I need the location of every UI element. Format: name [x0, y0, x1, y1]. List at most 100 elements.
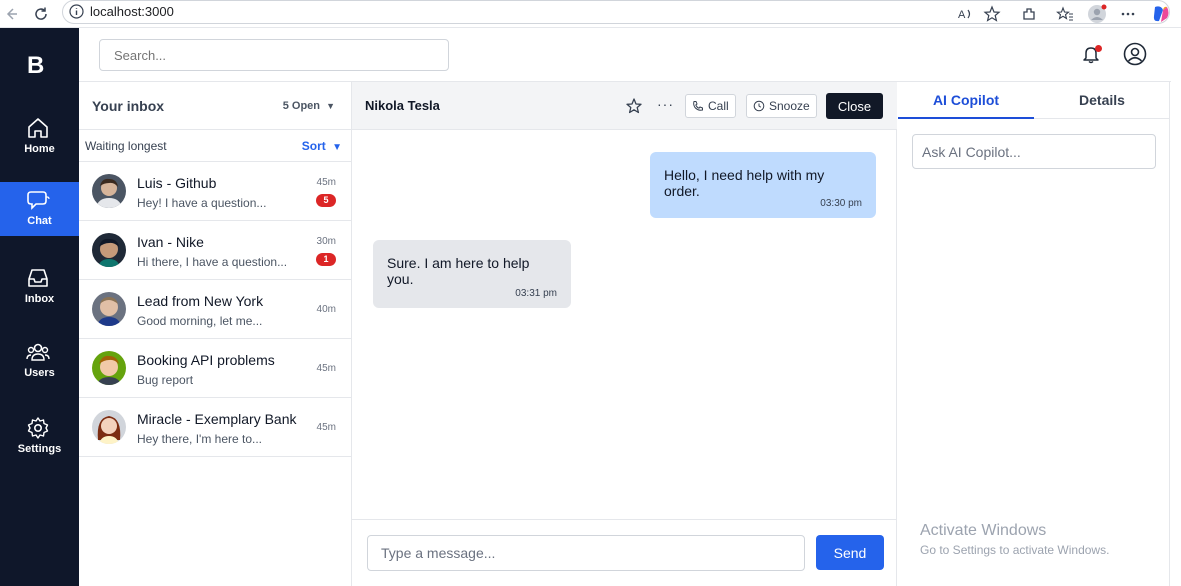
nav-item-home[interactable]: Home — [0, 110, 79, 164]
avatar — [92, 174, 126, 208]
left-navigation: B Home Chat Inbox Users Settings — [0, 28, 79, 586]
message-time: 03:31 pm — [515, 288, 557, 299]
phone-icon — [692, 100, 704, 112]
avatar — [92, 292, 126, 326]
users-icon — [26, 340, 50, 364]
chat-header: Nikola Tesla ··· Call Snooze Close — [352, 82, 897, 130]
more-menu-icon[interactable] — [1117, 3, 1139, 25]
inbox-title: Your inbox — [92, 98, 165, 114]
message-composer: Send — [352, 519, 897, 586]
conversation-time: 30m — [316, 236, 336, 247]
activate-windows-subtitle: Go to Settings to activate Windows. — [920, 543, 1110, 557]
browser-toolbar: localhost:3000 A — [0, 0, 1181, 28]
conversation-name: Luis - Github — [137, 175, 217, 191]
conversation-item[interactable]: Lead from New York Good morning, let me.… — [79, 280, 351, 339]
sort-row: Waiting longest Sort ▼ — [79, 130, 351, 162]
close-conversation-button[interactable]: Close — [826, 93, 883, 119]
message-time: 03:30 pm — [820, 198, 862, 209]
message-input[interactable] — [367, 535, 805, 571]
call-button[interactable]: Call — [685, 94, 736, 118]
notification-dot — [1095, 45, 1102, 52]
svg-text:A: A — [958, 9, 966, 21]
back-icon[interactable] — [0, 3, 22, 25]
app-logo[interactable]: B — [27, 52, 44, 80]
nav-label-chat: Chat — [27, 215, 52, 227]
send-button[interactable]: Send — [816, 535, 884, 570]
nav-item-chat[interactable]: Chat — [0, 182, 79, 236]
conversation-name: Lead from New York — [137, 293, 264, 309]
message-text: Sure. I am here to help you. — [387, 255, 530, 287]
tab-ai-copilot[interactable]: AI Copilot — [898, 82, 1034, 119]
open-filter-dropdown[interactable]: 5 Open ▼ — [283, 100, 335, 112]
avatar — [92, 410, 126, 444]
conversation-preview: Bug report — [137, 373, 194, 387]
home-icon — [26, 116, 50, 140]
sort-label: Sort — [301, 139, 326, 153]
conversation-name: Miracle - Exemplary Bank — [137, 411, 297, 427]
conversation-name: Ivan - Nike — [137, 234, 204, 250]
conversation-time: 40m — [316, 304, 336, 315]
inbox-panel: Your inbox 5 Open ▼ Waiting longest Sort… — [79, 82, 352, 586]
chat-contact-name: Nikola Tesla — [365, 98, 440, 113]
chat-panel: Nikola Tesla ··· Call Snooze Close Hello… — [352, 82, 897, 586]
conversation-item[interactable]: Ivan - Nike Hi there, I have a question.… — [79, 221, 351, 280]
copilot-icon[interactable] — [1150, 3, 1172, 25]
ai-copilot-input[interactable] — [912, 134, 1156, 169]
search-input[interactable] — [99, 39, 449, 71]
reload-icon[interactable] — [30, 3, 52, 25]
message-incoming: Sure. I am here to help you. 03:31 pm — [373, 240, 571, 308]
favorites-icon[interactable] — [1054, 3, 1076, 25]
snooze-label: Snooze — [769, 99, 810, 113]
favorite-star-icon[interactable] — [981, 3, 1003, 25]
conversation-time: 45m — [316, 363, 336, 374]
nav-label-inbox: Inbox — [24, 293, 55, 305]
settings-icon — [26, 416, 50, 440]
conversation-time: 45m — [316, 177, 336, 188]
tab-details[interactable]: Details — [1034, 82, 1170, 119]
open-count: 5 Open — [282, 100, 321, 112]
conversation-preview: Hi there, I have a question... — [137, 255, 288, 269]
waiting-longest-label: Waiting longest — [85, 139, 167, 153]
conversation-preview: Hey! I have a question... — [137, 196, 267, 210]
avatar — [92, 233, 126, 267]
conversation-preview: Good morning, let me... — [137, 314, 263, 328]
conversation-name: Booking API problems — [137, 352, 275, 368]
conversation-time: 45m — [316, 422, 336, 433]
sort-button[interactable]: Sort ▼ — [302, 139, 342, 153]
snooze-button[interactable]: Snooze — [746, 94, 817, 118]
nav-item-inbox[interactable]: Inbox — [0, 260, 79, 314]
user-account-icon[interactable] — [1123, 42, 1147, 66]
clock-icon — [753, 100, 765, 112]
nav-label-home: Home — [24, 143, 55, 155]
activate-windows-title: Activate Windows — [920, 522, 1047, 539]
right-panel: AI Copilot Details Activate Windows Go t… — [898, 82, 1170, 586]
conversation-item[interactable]: Booking API problems Bug report 45m — [79, 339, 351, 398]
message-outgoing: Hello, I need help with my order. 03:30 … — [650, 152, 876, 218]
inbox-icon — [26, 266, 50, 290]
nav-label-users: Users — [24, 367, 55, 379]
extensions-icon[interactable] — [1018, 3, 1040, 25]
nav-label-settings: Settings — [17, 443, 62, 455]
unread-badge: 1 — [316, 253, 336, 266]
nav-item-users[interactable]: Users — [0, 334, 79, 388]
conversation-item[interactable]: Miracle - Exemplary Bank Hey there, I'm … — [79, 398, 351, 457]
more-options-icon[interactable]: ··· — [657, 96, 674, 112]
conversation-item[interactable]: Luis - Github Hey! I have a question... … — [79, 162, 351, 221]
nav-item-settings[interactable]: Settings — [0, 410, 79, 464]
address-bar[interactable] — [62, 0, 1170, 24]
sort-caret-icon: ▼ — [332, 142, 342, 153]
star-icon[interactable] — [625, 97, 643, 115]
right-panel-tabs: AI Copilot Details — [898, 82, 1170, 119]
top-header — [79, 28, 1171, 82]
chat-icon — [26, 188, 50, 212]
message-text: Hello, I need help with my order. — [664, 167, 825, 199]
avatar — [92, 351, 126, 385]
conversation-preview: Hey there, I'm here to... — [137, 432, 263, 446]
url-text[interactable]: localhost:3000 — [90, 4, 174, 19]
inbox-header: Your inbox 5 Open ▼ — [79, 82, 351, 130]
site-info-icon[interactable] — [68, 3, 85, 20]
profile-icon[interactable] — [1086, 3, 1108, 25]
chevron-down-icon: ▼ — [326, 101, 335, 111]
read-aloud-icon[interactable]: A — [954, 3, 976, 25]
unread-badge: 5 — [316, 194, 336, 207]
